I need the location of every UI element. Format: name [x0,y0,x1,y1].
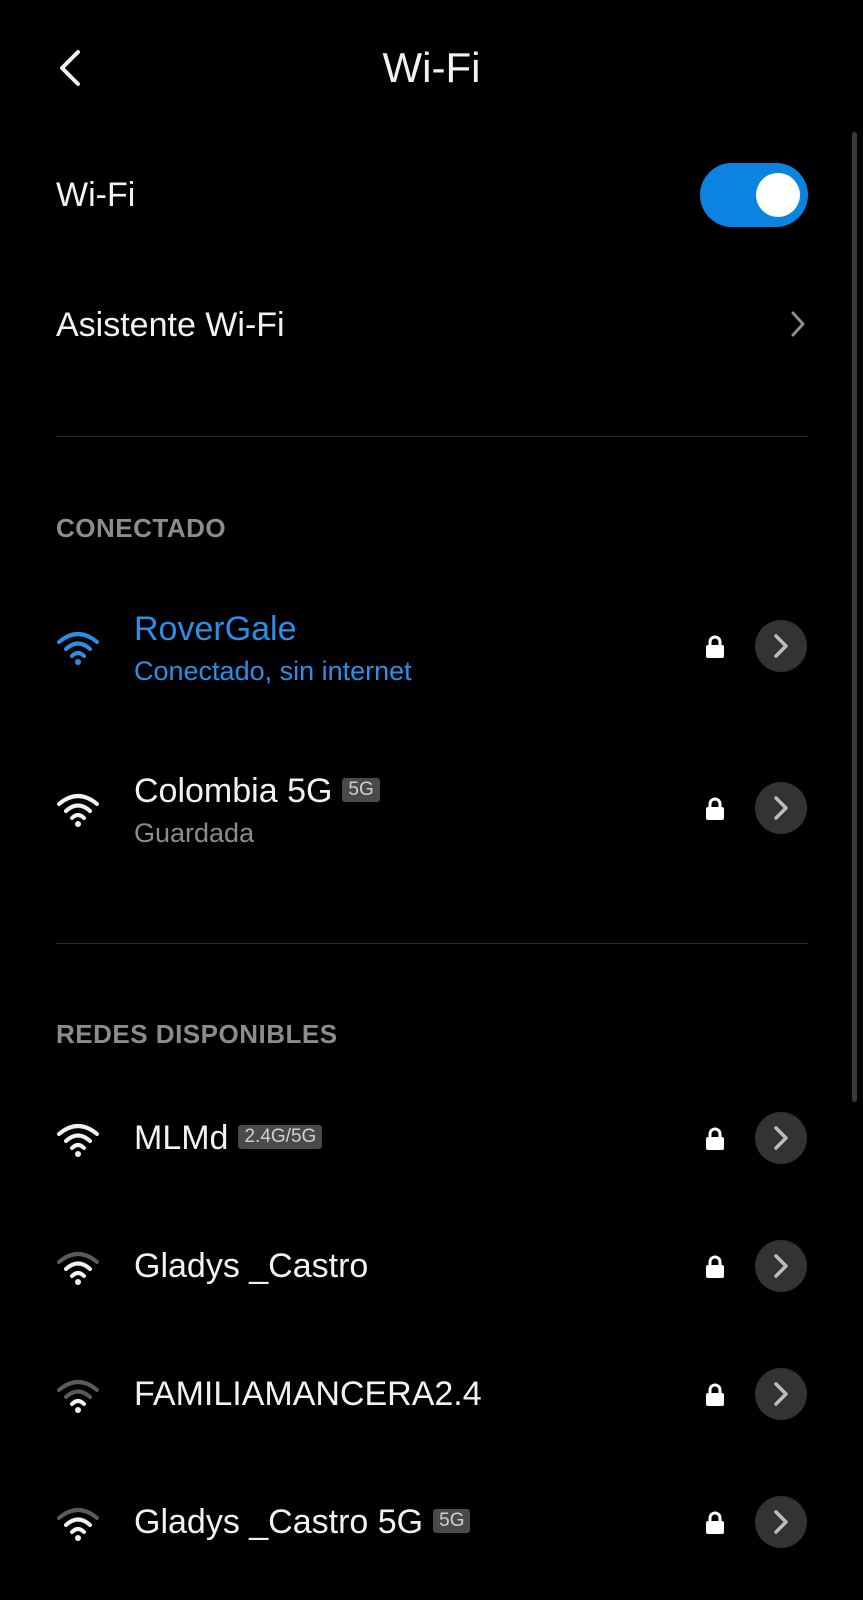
band-badge: 5G [342,778,380,803]
network-details-button[interactable] [755,1496,807,1548]
band-badge: 2.4G/5G [238,1125,323,1150]
network-name: Gladys _Castro 5G [134,1503,424,1541]
network-name: Gladys _Castro [134,1247,369,1285]
network-name-wrap: Colombia 5G 5G [134,772,380,811]
wifi-toggle-row[interactable]: Wi-Fi [56,160,808,230]
network-row-mlmd[interactable]: MLMd 2.4G/5G [0,1076,863,1196]
network-name-wrap: Gladys _Castro 5G 5G [134,1503,471,1542]
network-name: RoverGale [134,610,297,648]
wifi-assistant-label: Asistente Wi-Fi [56,306,285,344]
scrollbar[interactable] [852,132,857,1102]
network-name: MLMd [134,1119,229,1157]
network-row-gladys-castro-5g[interactable]: Gladys _Castro 5G 5G [0,1460,863,1580]
wifi-signal-icon [57,1124,99,1157]
chevron-right-icon [774,796,788,820]
chevron-right-icon [774,1510,788,1534]
wifi-signal-icon [57,1380,99,1413]
section-header-available: REDES DISPONIBLES [56,1019,338,1049]
network-name: Colombia 5G [134,772,333,810]
toggle-knob [756,173,800,217]
network-details-button[interactable] [755,1368,807,1420]
wifi-toggle-label: Wi-Fi [56,176,136,214]
wifi-signal-icon [57,632,99,665]
network-row-familiamancera[interactable]: FAMILIAMANCERA2.4 [0,1332,863,1452]
network-details-button[interactable] [755,1112,807,1164]
network-status: Guardada [134,818,255,848]
network-name: FAMILIAMANCERA2.4 [134,1375,482,1413]
lock-icon [706,635,724,658]
network-details-button[interactable] [755,620,807,672]
wifi-toggle-switch[interactable] [700,163,808,227]
network-status: Conectado, sin internet [134,656,412,686]
lock-icon [706,1511,724,1534]
lock-icon [706,1383,724,1406]
header-bar: Wi-Fi [0,0,863,140]
chevron-right-icon [774,1126,788,1150]
lock-icon [706,1255,724,1278]
network-row-gladys-castro[interactable]: Gladys _Castro [0,1204,863,1324]
network-row-rovergale[interactable]: RoverGale Conectado, sin internet [0,590,863,710]
chevron-right-icon [774,634,788,658]
network-row-colombia-5g[interactable]: Colombia 5G 5G Guardada [0,752,863,872]
lock-icon [706,1127,724,1150]
divider [56,436,808,437]
page-title: Wi-Fi [382,44,481,91]
chevron-right-icon [774,1254,788,1278]
network-name-wrap: MLMd 2.4G/5G [134,1119,323,1158]
lock-icon [706,797,724,820]
divider [56,943,808,944]
chevron-right-icon [774,1382,788,1406]
wifi-signal-icon [57,794,99,827]
wifi-assistant-row[interactable]: Asistente Wi-Fi [56,290,808,360]
chevron-right-icon [791,311,805,337]
band-badge: 5G [433,1509,471,1534]
section-header-connected: CONECTADO [56,513,227,543]
wifi-signal-icon [57,1508,99,1541]
network-details-button[interactable] [755,782,807,834]
wifi-signal-icon [57,1252,99,1285]
network-details-button[interactable] [755,1240,807,1292]
